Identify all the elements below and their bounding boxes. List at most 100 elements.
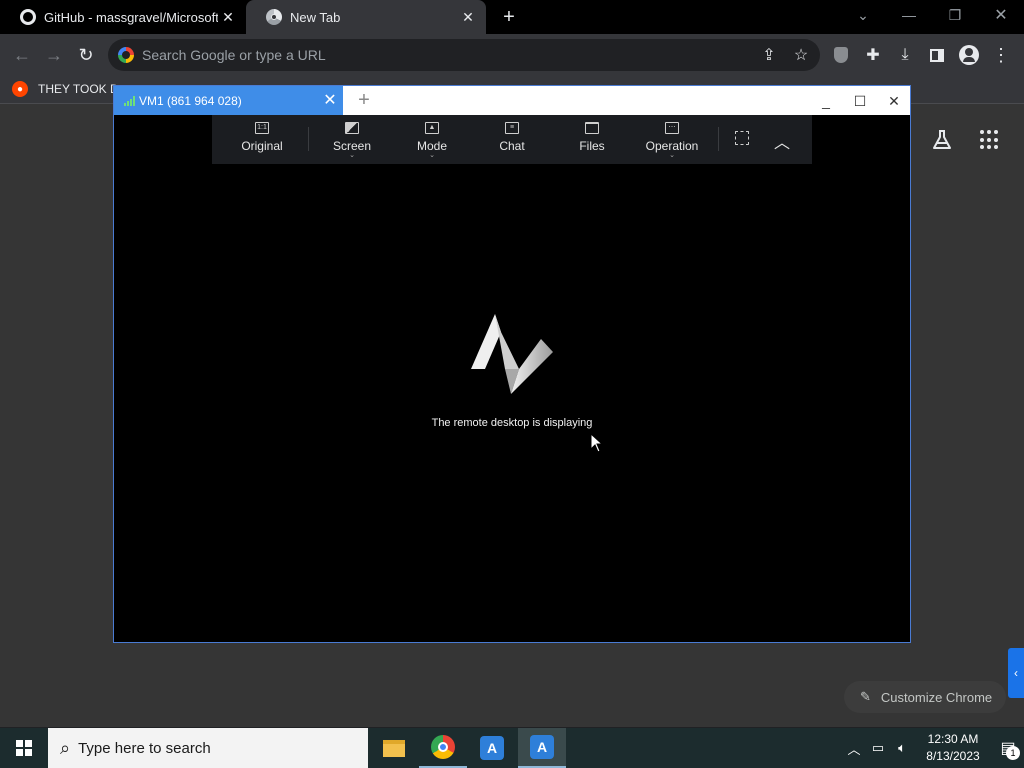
close-tab-icon[interactable]: ✕ bbox=[218, 7, 238, 27]
toolbar-original-button[interactable]: 1:1 Original bbox=[220, 115, 304, 164]
profile-avatar-icon[interactable] bbox=[958, 44, 980, 66]
system-clock[interactable]: 12:30 AM 8/13/2023 bbox=[920, 731, 986, 765]
address-bar[interactable]: ⇪ ☆ bbox=[108, 39, 820, 71]
side-panel-icon[interactable] bbox=[926, 44, 948, 66]
toolbar-label: Screen bbox=[332, 139, 372, 153]
close-tab-icon[interactable]: ✕ bbox=[458, 7, 478, 27]
toolbar-divider bbox=[308, 127, 309, 151]
chat-icon: ≡ bbox=[505, 122, 519, 134]
chrome-icon bbox=[266, 9, 282, 25]
windows-logo-icon bbox=[16, 740, 32, 756]
anydesk-icon: A bbox=[480, 736, 504, 760]
minimize-icon[interactable]: — bbox=[886, 0, 932, 30]
toolbar-divider bbox=[718, 127, 719, 151]
bookmark-label: THEY TOOK D bbox=[38, 82, 119, 96]
chrome-icon bbox=[431, 735, 455, 759]
customize-chrome-label: Customize Chrome bbox=[880, 689, 993, 705]
menu-kebab-icon[interactable]: ⋮ bbox=[990, 44, 1012, 66]
bookmark-star-icon[interactable]: ☆ bbox=[790, 44, 812, 66]
toolbar-label: Files bbox=[579, 139, 605, 153]
collapse-side-panel-icon[interactable]: ‹ bbox=[1008, 648, 1024, 698]
taskbar-chrome[interactable] bbox=[419, 728, 467, 768]
clock-time: 12:30 AM bbox=[927, 732, 979, 746]
notification-count-badge: 1 bbox=[1006, 746, 1020, 760]
system-tray: ︿ ▭ 🔈︎ 12:30 AM 8/13/2023 ▤ 1 bbox=[842, 728, 1024, 768]
toolbar-label: Mode bbox=[416, 139, 448, 153]
bookmark-item[interactable]: ● THEY TOOK D bbox=[12, 81, 119, 97]
customize-chrome-button[interactable]: ✎ Customize Chrome bbox=[844, 681, 1006, 713]
github-icon bbox=[20, 9, 36, 25]
browser-tab-strip: GitHub - massgravel/Microsoft-A ✕ New Ta… bbox=[0, 0, 1024, 34]
back-icon[interactable]: ← bbox=[10, 43, 34, 67]
download-icon[interactable]: ⤓ bbox=[894, 44, 916, 66]
add-session-icon[interactable]: + bbox=[354, 89, 374, 111]
minimize-icon[interactable]: _ bbox=[816, 91, 836, 111]
share-icon[interactable]: ⇪ bbox=[758, 44, 780, 66]
close-window-icon[interactable]: ✕ bbox=[884, 91, 904, 111]
anydesk-icon: A bbox=[530, 735, 554, 759]
start-button[interactable] bbox=[0, 728, 48, 768]
network-icon[interactable]: ▭ bbox=[866, 728, 890, 768]
close-window-icon[interactable]: ✕ bbox=[978, 0, 1024, 30]
taskbar-anydesk[interactable]: A bbox=[468, 728, 516, 768]
google-icon bbox=[118, 47, 134, 63]
tab-new-tab[interactable]: New Tab ✕ bbox=[246, 0, 486, 34]
address-input[interactable] bbox=[142, 39, 742, 71]
pencil-icon: ✎ bbox=[860, 689, 871, 704]
toolbar-screen-button[interactable]: Screen ⌄ bbox=[312, 115, 392, 164]
close-session-icon[interactable]: ✕ bbox=[321, 91, 339, 109]
taskbar-search-box[interactable]: ⌕ bbox=[48, 728, 368, 768]
chevron-up-icon[interactable]: ︿ bbox=[842, 728, 866, 768]
dropdown-caret-icon: ⌄ bbox=[429, 152, 435, 159]
anydesk-logo-icon bbox=[471, 314, 553, 394]
ublock-extension-icon[interactable] bbox=[830, 44, 852, 66]
toolbar-label: Operation bbox=[645, 139, 699, 153]
tab-title: GitHub - massgravel/Microsoft-A bbox=[44, 9, 218, 25]
toolbar-files-button[interactable]: Files bbox=[552, 115, 632, 164]
toolbar-label: Original bbox=[241, 139, 283, 153]
forward-icon[interactable]: → bbox=[42, 43, 66, 67]
taskbar-file-explorer[interactable] bbox=[370, 728, 418, 768]
toolbar-chat-button[interactable]: ≡ Chat bbox=[472, 115, 552, 164]
windows-taskbar: ⌕ A A ︿ ▭ 🔈︎ 12:30 AM 8/13/2023 ▤ 1 bbox=[0, 728, 1024, 768]
signal-strength-icon bbox=[124, 95, 135, 106]
google-apps-grid-icon[interactable] bbox=[980, 130, 1000, 150]
fullscreen-button[interactable] bbox=[728, 115, 756, 164]
session-tab[interactable]: VM1 (861 964 028) ✕ bbox=[114, 86, 343, 115]
new-tab-button[interactable]: + bbox=[498, 6, 520, 28]
mouse-cursor-icon bbox=[590, 433, 604, 453]
toolbar-label: Chat bbox=[499, 139, 525, 153]
taskbar-anydesk-session[interactable]: A bbox=[518, 728, 566, 768]
tab-title: New Tab bbox=[290, 9, 341, 25]
taskbar-search-input[interactable] bbox=[78, 739, 339, 757]
anydesk-window: VM1 (861 964 028) ✕ + _ ☐ ✕ 1:1 Original… bbox=[113, 85, 911, 643]
notification-center-button[interactable]: ▤ 1 bbox=[992, 728, 1024, 768]
image-icon: ▲ bbox=[425, 122, 439, 134]
labs-flask-icon[interactable] bbox=[930, 128, 954, 152]
extensions-puzzle-icon[interactable]: ✚ bbox=[862, 44, 884, 66]
session-tab-title: VM1 (861 964 028) bbox=[139, 93, 242, 108]
folder-icon bbox=[585, 122, 599, 134]
toolbar-mode-button[interactable]: ▲ Mode ⌄ bbox=[392, 115, 472, 164]
screen-icon bbox=[345, 122, 359, 134]
session-toolbar: 1:1 Original Screen ⌄ ▲ Mode ⌄ ≡ Chat Fi… bbox=[212, 115, 812, 164]
clock-date: 8/13/2023 bbox=[926, 749, 980, 763]
dropdown-caret-icon: ⌄ bbox=[349, 152, 355, 159]
volume-icon[interactable]: 🔈︎ bbox=[890, 728, 914, 768]
toolbar-operation-button[interactable]: ⋯ Operation ⌄ bbox=[632, 115, 712, 164]
reddit-icon: ● bbox=[12, 81, 28, 97]
dropdown-caret-icon: ⌄ bbox=[669, 152, 675, 159]
browser-toolbar: ← → ↻ ⇪ ☆ ✚ ⤓ ⋮ bbox=[0, 34, 1024, 76]
collapse-toolbar-button[interactable]: ︿ bbox=[768, 115, 796, 164]
keyboard-icon: ⋯ bbox=[665, 122, 679, 134]
search-icon: ⌕ bbox=[60, 737, 71, 758]
file-explorer-icon bbox=[383, 739, 405, 757]
reload-icon[interactable]: ↻ bbox=[74, 43, 98, 67]
restore-icon[interactable]: ❐ bbox=[932, 0, 978, 30]
one-to-one-icon: 1:1 bbox=[255, 122, 269, 134]
anydesk-titlebar: VM1 (861 964 028) ✕ + _ ☐ ✕ bbox=[114, 86, 910, 115]
tab-search-icon[interactable]: ⌄ bbox=[840, 0, 886, 30]
tab-github[interactable]: GitHub - massgravel/Microsoft-A ✕ bbox=[0, 0, 246, 34]
maximize-icon[interactable]: ☐ bbox=[850, 91, 870, 111]
connection-status-text: The remote desktop is displaying bbox=[431, 417, 593, 429]
